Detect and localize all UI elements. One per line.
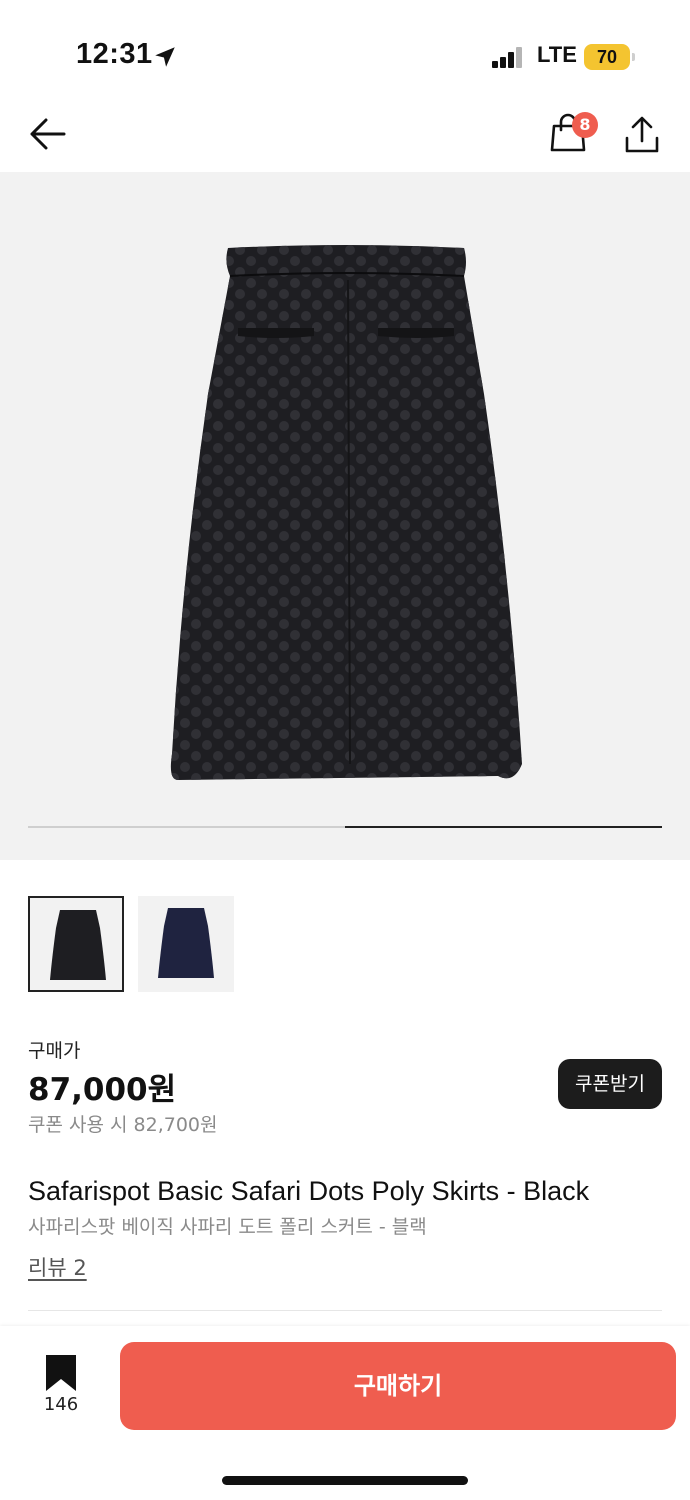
home-indicator [222,1476,468,1485]
bookmark-icon[interactable] [44,1354,78,1392]
network-type: LTE [537,42,577,67]
price-label: 구매가 [28,1040,81,1062]
nav-bar: 8 [0,100,690,172]
share-icon[interactable] [622,114,662,156]
coupon-price-text: 쿠폰 사용 시 82,700원 [28,1114,218,1136]
product-title-en: Safarispot Basic Safari Dots Poly Skirts… [28,1176,590,1206]
cart-count-badge: 8 [572,112,598,138]
thumbnail-black[interactable] [28,896,124,992]
gallery-progress-fill [345,826,662,828]
divider [28,1310,662,1311]
status-bar: 12:31 LTE 70 [0,0,690,100]
bottom-action-bar: 146 구매하기 [0,1326,690,1500]
gallery-progress-bar [28,826,662,828]
battery-indicator: 70 [584,44,635,70]
price-value: 87,000원 [28,1072,177,1108]
get-coupon-button[interactable]: 쿠폰받기 [558,1059,662,1109]
thumbnail-navy[interactable] [138,896,234,992]
product-title-ko: 사파리스팟 베이직 사파리 도트 폴리 스커트 - 블랙 [28,1216,427,1238]
bookmark-count: 146 [43,1394,79,1415]
thumbnail-black-image [50,910,106,980]
review-link[interactable]: 리뷰 2 [28,1252,87,1282]
thumbnail-navy-image [158,908,214,978]
product-image-gallery[interactable] [0,172,690,860]
cell-signal-icon [492,46,524,68]
status-time: 12:31 [76,38,153,70]
thumbnail-list [28,896,234,992]
back-arrow-icon[interactable] [28,116,68,152]
location-arrow-icon [155,47,175,67]
buy-button[interactable]: 구매하기 [120,1342,676,1430]
product-image-skirt [170,245,522,780]
